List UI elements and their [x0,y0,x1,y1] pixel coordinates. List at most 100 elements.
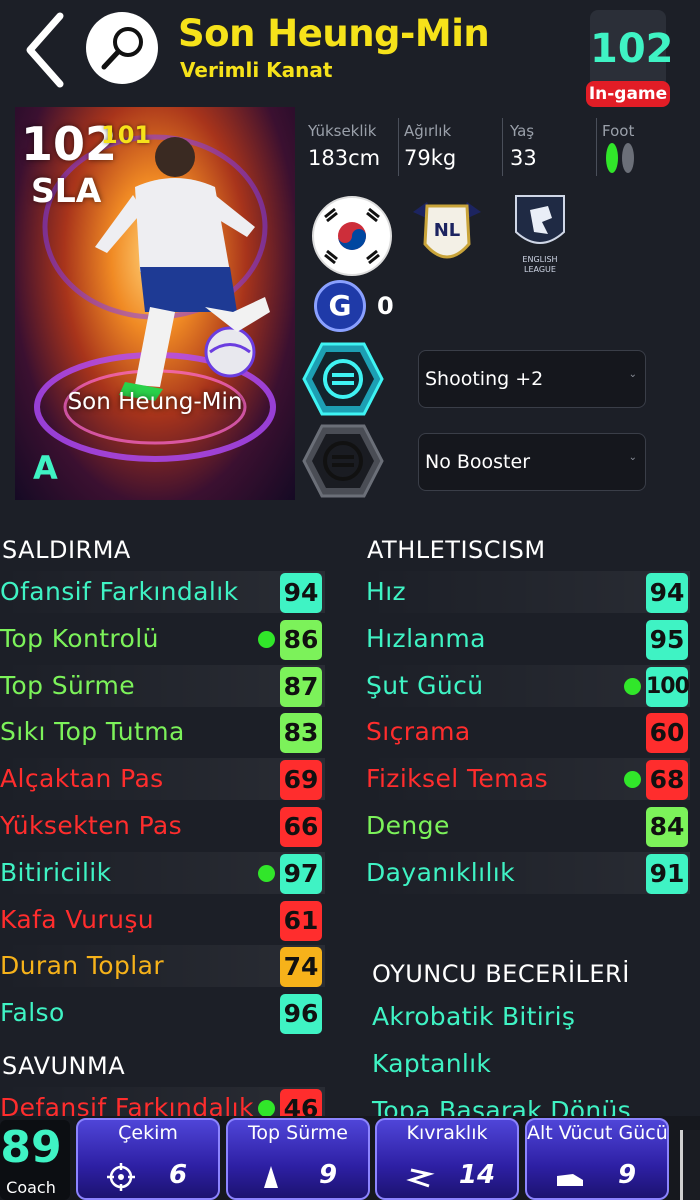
stat-value: 84 [646,807,688,847]
search-button[interactable] [86,12,158,84]
divider [596,118,597,176]
boost-dot-icon [258,1100,275,1117]
coach-label: Coach [6,1178,56,1197]
stat-row: Kafa Vuruşu 61 [0,899,325,941]
foot-icon [606,143,634,173]
stat-name: Duran Toplar [0,951,165,981]
card-grade: A [33,449,58,487]
ingame-rating-box: 102 In-game [586,10,674,107]
zigzag-icon [406,1168,435,1188]
stat-value: 61 [280,900,322,941]
player-card[interactable]: 102 101 SLA Son Heung-Min A [15,107,295,500]
svg-text:LEAGUE: LEAGUE [524,265,556,274]
club-crest-icon: NL [413,202,481,259]
stat-row: Hız 94 [366,571,690,613]
card-player-name: Son Heung-Min [67,389,243,415]
back-button[interactable] [20,10,70,90]
tab-value: 6 [168,1160,188,1190]
tab-label: Alt Vücut Gücü [527,1122,668,1144]
stat-name: Alçaktan Pas [0,764,164,794]
player-role: Verimli Kanat [180,58,333,82]
stat-row: Alçaktan Pas 69 [0,758,325,801]
age-value: 33 [510,146,537,170]
stat-value: 69 [280,760,322,801]
svg-text:NL: NL [434,220,461,241]
athletics-section-title: ATHLETISCISM [367,536,546,564]
more-tab-edge[interactable] [680,1130,700,1200]
stat-name: Sıçrama [366,717,471,747]
stat-value: 66 [280,807,322,847]
tab-value: 14 [458,1160,496,1190]
stat-value: 91 [646,853,688,894]
chevron-down-icon: ⌄ [628,452,637,463]
tab-value: 9 [617,1160,637,1190]
tab-alt-vucut-gucu[interactable]: Alt Vücut Gücü 9 [525,1118,669,1200]
stat-name: Bitiricilik [0,857,112,887]
booster-select-2[interactable]: No Booster ⌄ [418,433,646,491]
skill-item: Kaptanlık [372,1049,492,1078]
booster-select-1[interactable]: Shooting +2 ⌄ [418,350,646,408]
stat-name: Fiziksel Temas [366,764,549,794]
korea-flag-icon [312,196,392,276]
stat-name: Falso [0,998,65,1028]
chevron-down-icon: ⌄ [628,369,637,380]
age-label: Yaş [510,122,535,140]
coach-rating-box[interactable]: 89 Coach [0,1120,70,1200]
stat-name: Top Kontrolü [0,623,159,653]
stat-row: Duran Toplar 74 [0,945,325,988]
tab-label: Çekim [118,1122,178,1144]
stat-row: Sıçrama 60 [366,711,690,754]
stat-value: 87 [280,666,322,707]
gp-value: 0 [377,292,394,320]
crosshair-icon [107,1163,135,1191]
stat-value: 94 [646,573,688,613]
weight-label: Ağırlık [404,122,452,140]
booster-empty-icon[interactable] [302,424,384,498]
card-overall-alt: 101 [101,121,152,149]
stat-value: 74 [280,947,322,988]
search-icon [101,27,143,70]
stat-name: Top Sürme [0,670,136,700]
card-position: SLA [31,171,102,210]
stat-row: Top Sürme 87 [0,664,325,707]
booster-active-icon[interactable] [302,342,384,416]
tab-top-surme[interactable]: Top Sürme 9 [226,1118,370,1200]
stat-row: Ofansif Farkındalık 94 [0,571,325,613]
stat-value: 60 [646,713,688,754]
boost-dot-icon [258,864,275,882]
stat-row: Top Kontrolü 86 [0,618,325,660]
boost-dot-icon [258,630,275,648]
tab-cekim[interactable]: Çekim 6 [76,1118,220,1200]
stat-name: Yüksekten Pas [0,811,183,840]
skill-item: Akrobatik Bitiriş [372,1002,576,1031]
divider [502,118,503,176]
tab-kivraklik[interactable]: Kıvraklık 14 [375,1118,519,1200]
ingame-label: In-game [586,81,670,107]
stat-value: 97 [280,853,322,894]
skills-section-title: OYUNCU BECERİLERİ [372,960,630,988]
tab-value: 9 [318,1160,338,1190]
coach-rating: 89 [0,1122,62,1173]
tab-label: Kıvraklık [406,1122,488,1144]
stat-name: Ofansif Farkındalık [0,577,239,606]
league-logo-text: ENGLISH [522,255,557,264]
stat-value: 96 [280,994,322,1035]
league-logo-icon: ENGLISH LEAGUE [515,195,565,274]
stat-value: 86 [280,619,322,660]
stat-row: Yüksekten Pas 66 [0,805,325,847]
height-value: 183cm [308,146,381,170]
defense-section-title: SAVUNMA [2,1052,126,1080]
stat-name: Şut Gücü [366,670,484,700]
stat-name: Denge [366,811,450,840]
stat-name: Hızlanma [366,623,486,653]
stat-value: 95 [646,619,688,660]
stat-name: Kafa Vuruşu [0,904,154,934]
stat-row: Sıkı Top Tutma 83 [0,711,325,754]
attack-section-title: SALDIRMA [2,536,131,564]
foot-label: Foot [602,122,635,140]
stat-value: 83 [280,713,322,754]
stat-row: Hızlanma 95 [366,618,690,660]
stat-row: Bitiricilik 97 [0,851,325,894]
stat-value: 100 [646,666,690,707]
stat-name: Sıkı Top Tutma [0,717,185,747]
